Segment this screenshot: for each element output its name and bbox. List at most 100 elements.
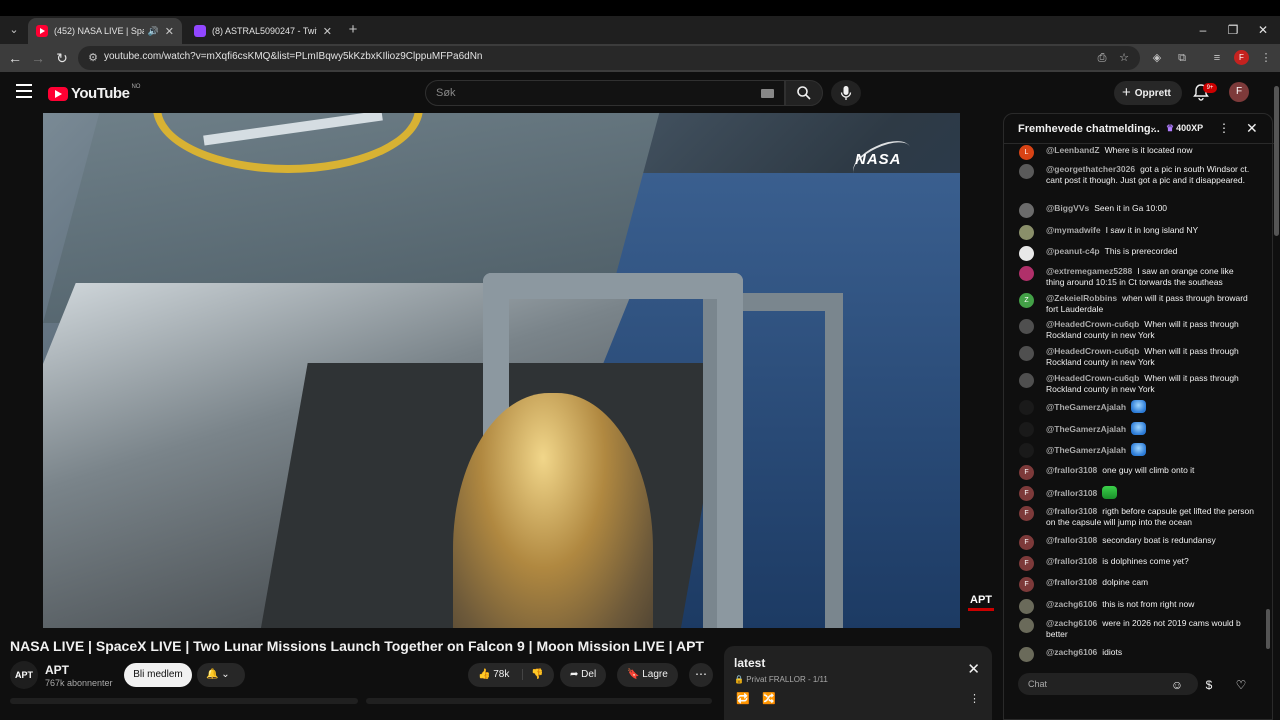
browser-menu-icon[interactable]: ⋮: [1258, 50, 1274, 66]
back-arrow-icon[interactable]: ←: [5, 48, 25, 68]
chat-author-name[interactable]: @LeenbandZ: [1046, 145, 1100, 155]
page-scrollbar[interactable]: [1273, 80, 1280, 720]
chat-author-avatar[interactable]: [1019, 319, 1034, 334]
like-button[interactable]: 👍 78k: [478, 669, 509, 680]
extensions-puzzle-icon[interactable]: ⧉: [1174, 50, 1190, 66]
chat-message-list[interactable]: L @LeenbandZ Where is it located now @georg…: [1004, 145, 1274, 669]
chat-author-avatar[interactable]: F: [1019, 556, 1034, 571]
heart-icon[interactable]: ♡: [1232, 676, 1250, 694]
youtube-logo[interactable]: YouTube NO: [48, 84, 140, 102]
chat-author-name[interactable]: @zachg6106: [1046, 647, 1097, 657]
chat-author-avatar[interactable]: [1019, 599, 1034, 614]
chat-author-name[interactable]: @HeadedCrown-cu6qb: [1046, 346, 1139, 356]
page-scrollbar-thumb[interactable]: [1274, 86, 1279, 236]
chat-author-name[interactable]: @TheGamerzAjalah: [1046, 445, 1126, 455]
channel-name[interactable]: APT: [45, 663, 69, 677]
tab-search-chevron-icon[interactable]: ⌄: [4, 20, 24, 40]
media-controls-icon[interactable]: ≡: [1209, 50, 1225, 66]
chat-message[interactable]: L @LeenbandZ Where is it located now: [1018, 145, 1254, 160]
chat-author-name[interactable]: @frallor3108: [1046, 506, 1097, 516]
chat-author-avatar[interactable]: F: [1019, 577, 1034, 592]
address-bar[interactable]: ⚙ youtube.com/watch?v=mXqfi6csKMQ&list=P…: [78, 46, 1140, 70]
keyboard-icon[interactable]: [761, 89, 774, 98]
chat-author-avatar[interactable]: [1019, 373, 1034, 388]
chat-author-name[interactable]: @HeadedCrown-cu6qb: [1046, 373, 1139, 383]
new-tab-plus-icon[interactable]: +: [344, 20, 362, 40]
more-actions-icon[interactable]: ⋯: [689, 663, 713, 687]
chat-message[interactable]: @georgethatcher3026 got a pic in south Wi…: [1018, 164, 1254, 185]
chat-message[interactable]: @peanut-c4p This is prerecorded: [1018, 246, 1254, 261]
voice-search-button[interactable]: [831, 80, 861, 106]
video-player[interactable]: NASA: [43, 113, 960, 628]
chat-message[interactable]: @HeadedCrown-cu6qb When will it pass thro…: [1018, 319, 1254, 340]
share-button[interactable]: ➦ Del: [560, 663, 607, 687]
chat-author-avatar[interactable]: [1019, 266, 1034, 281]
chat-author-name[interactable]: @frallor3108: [1046, 577, 1097, 587]
chat-message[interactable]: @mymadwife I saw it in long island NY: [1018, 225, 1254, 240]
chat-message[interactable]: F @frallor3108 one guy will climb onto it: [1018, 465, 1254, 480]
chat-message[interactable]: F @frallor3108 dolpine cam: [1018, 577, 1254, 592]
chat-author-avatar[interactable]: [1019, 647, 1034, 662]
chat-message[interactable]: Z @ZekeielRobbins when will it pass throug…: [1018, 293, 1254, 314]
chat-message[interactable]: F @frallor3108 secondary boat is redundans…: [1018, 535, 1254, 550]
chat-message[interactable]: @TheGamerzAjalah: [1018, 422, 1254, 437]
join-button[interactable]: Bli medlem: [124, 663, 192, 687]
site-info-icon[interactable]: ⚙: [86, 51, 100, 65]
chat-menu-icon[interactable]: ⋮: [1218, 121, 1230, 135]
dislike-button[interactable]: 👎: [522, 669, 544, 680]
chat-scrollbar[interactable]: [1265, 143, 1271, 663]
extension-icon[interactable]: ◈: [1149, 50, 1165, 66]
window-close-icon[interactable]: ✕: [1248, 20, 1278, 40]
channel-avatar[interactable]: APT: [10, 661, 38, 689]
xp-badge[interactable]: ♛ 400XP: [1162, 121, 1207, 136]
chat-author-name[interactable]: @ZekeielRobbins: [1046, 293, 1117, 303]
chat-message[interactable]: F @frallor3108: [1018, 486, 1254, 501]
chat-author-avatar[interactable]: [1019, 225, 1034, 240]
account-avatar[interactable]: F: [1229, 82, 1249, 102]
create-button[interactable]: + Opprett: [1114, 81, 1182, 105]
speaker-icon[interactable]: 🔊: [148, 26, 159, 37]
loop-icon[interactable]: 🔁: [736, 692, 750, 705]
chat-author-name[interactable]: @HeadedCrown-cu6qb: [1046, 319, 1139, 329]
hamburger-menu-icon[interactable]: [16, 84, 32, 98]
forward-arrow-icon[interactable]: →: [28, 48, 48, 68]
tab-close-icon[interactable]: ✕: [165, 25, 174, 38]
chat-message[interactable]: @BiggVVs Seen it in Ga 10:00: [1018, 203, 1254, 218]
chat-author-avatar[interactable]: [1019, 346, 1034, 361]
restore-icon[interactable]: ❐: [1218, 20, 1248, 40]
chat-message[interactable]: @zachg6106 idiots: [1018, 647, 1254, 662]
chat-message[interactable]: F @frallor3108 is dolphines come yet?: [1018, 556, 1254, 571]
search-input[interactable]: Søk: [425, 80, 785, 106]
tab-youtube[interactable]: (452) NASA LIVE | SpaceX LIVE 🔊 ✕: [28, 18, 182, 44]
chat-author-avatar[interactable]: F: [1019, 535, 1034, 550]
chat-author-avatar[interactable]: [1019, 618, 1034, 633]
shuffle-icon[interactable]: 🔀: [762, 692, 776, 705]
chat-mode-selector[interactable]: Fremhevede chatmelding...: [1018, 123, 1160, 135]
tab-close-icon[interactable]: ✕: [323, 25, 332, 38]
chat-author-name[interactable]: @TheGamerzAjalah: [1046, 424, 1126, 434]
chat-author-name[interactable]: @peanut-c4p: [1046, 246, 1100, 256]
chat-message[interactable]: @HeadedCrown-cu6qb When will it pass thro…: [1018, 346, 1254, 367]
search-button[interactable]: [785, 80, 823, 106]
chat-author-avatar[interactable]: Z: [1019, 293, 1034, 308]
chat-message[interactable]: @zachg6106 were in 2026 not 2019 cams wou…: [1018, 618, 1254, 639]
save-button[interactable]: 🔖 Lagre: [617, 663, 678, 687]
chat-author-name[interactable]: @zachg6106: [1046, 599, 1097, 609]
chat-author-avatar[interactable]: F: [1019, 506, 1034, 521]
chat-message[interactable]: @TheGamerzAjalah: [1018, 400, 1254, 415]
chat-author-name[interactable]: @frallor3108: [1046, 556, 1097, 566]
chat-author-avatar[interactable]: [1019, 400, 1034, 415]
channel-watermark[interactable]: APT: [968, 593, 994, 611]
install-app-icon[interactable]: ⎙: [1094, 50, 1110, 66]
chat-author-avatar[interactable]: F: [1019, 486, 1034, 501]
chat-close-icon[interactable]: ✕: [1246, 120, 1258, 137]
chat-author-avatar[interactable]: [1019, 422, 1034, 437]
chat-message[interactable]: @extremegamez5288 I saw an orange cone li…: [1018, 266, 1254, 287]
chat-author-avatar[interactable]: [1019, 164, 1034, 179]
chat-author-name[interactable]: @extremegamez5288: [1046, 266, 1132, 276]
subscription-bell-button[interactable]: 🔔 ⌄: [197, 663, 245, 687]
playlist-title[interactable]: latest: [734, 656, 765, 670]
chat-author-name[interactable]: @frallor3108: [1046, 488, 1097, 498]
reload-icon[interactable]: ↻: [52, 48, 72, 68]
playlist-menu-icon[interactable]: ⋮: [969, 692, 980, 705]
